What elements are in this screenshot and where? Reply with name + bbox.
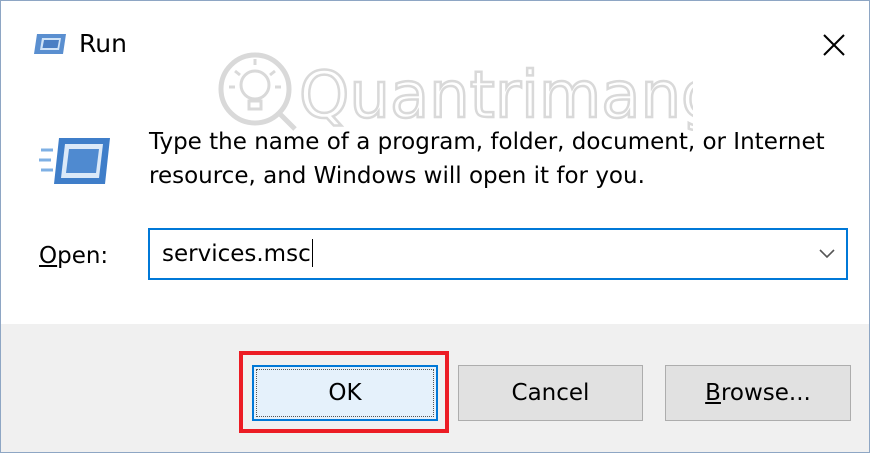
title-bar[interactable]: Run — [1, 1, 869, 89]
focus-rectangle — [256, 369, 434, 417]
open-combobox[interactable]: services.msc — [148, 228, 848, 280]
open-input[interactable]: services.msc — [162, 239, 313, 269]
run-dialog: Run Quantrimang Type the name of a progr… — [0, 0, 870, 453]
cancel-button-label: Cancel — [511, 380, 590, 406]
open-label-mnemonic: O — [39, 243, 58, 269]
dropdown-button[interactable] — [814, 242, 840, 266]
run-program-icon — [39, 138, 110, 184]
open-label-text: pen: — [57, 243, 109, 269]
ok-button[interactable]: OK — [252, 365, 438, 421]
window-title: Run — [79, 29, 127, 58]
close-button[interactable] — [799, 1, 869, 89]
browse-button-label: rowse... — [720, 380, 811, 406]
open-input-value: services.msc — [162, 241, 311, 267]
run-icon — [34, 34, 66, 54]
browse-mnemonic: B — [705, 380, 721, 406]
close-icon — [823, 34, 845, 56]
chevron-down-icon — [819, 249, 835, 259]
open-label: Open: — [39, 239, 108, 273]
cancel-button[interactable]: Cancel — [458, 365, 643, 421]
text-caret — [311, 239, 313, 267]
browse-button[interactable]: Browse... — [665, 365, 851, 421]
description-text: Type the name of a program, folder, docu… — [149, 129, 825, 189]
